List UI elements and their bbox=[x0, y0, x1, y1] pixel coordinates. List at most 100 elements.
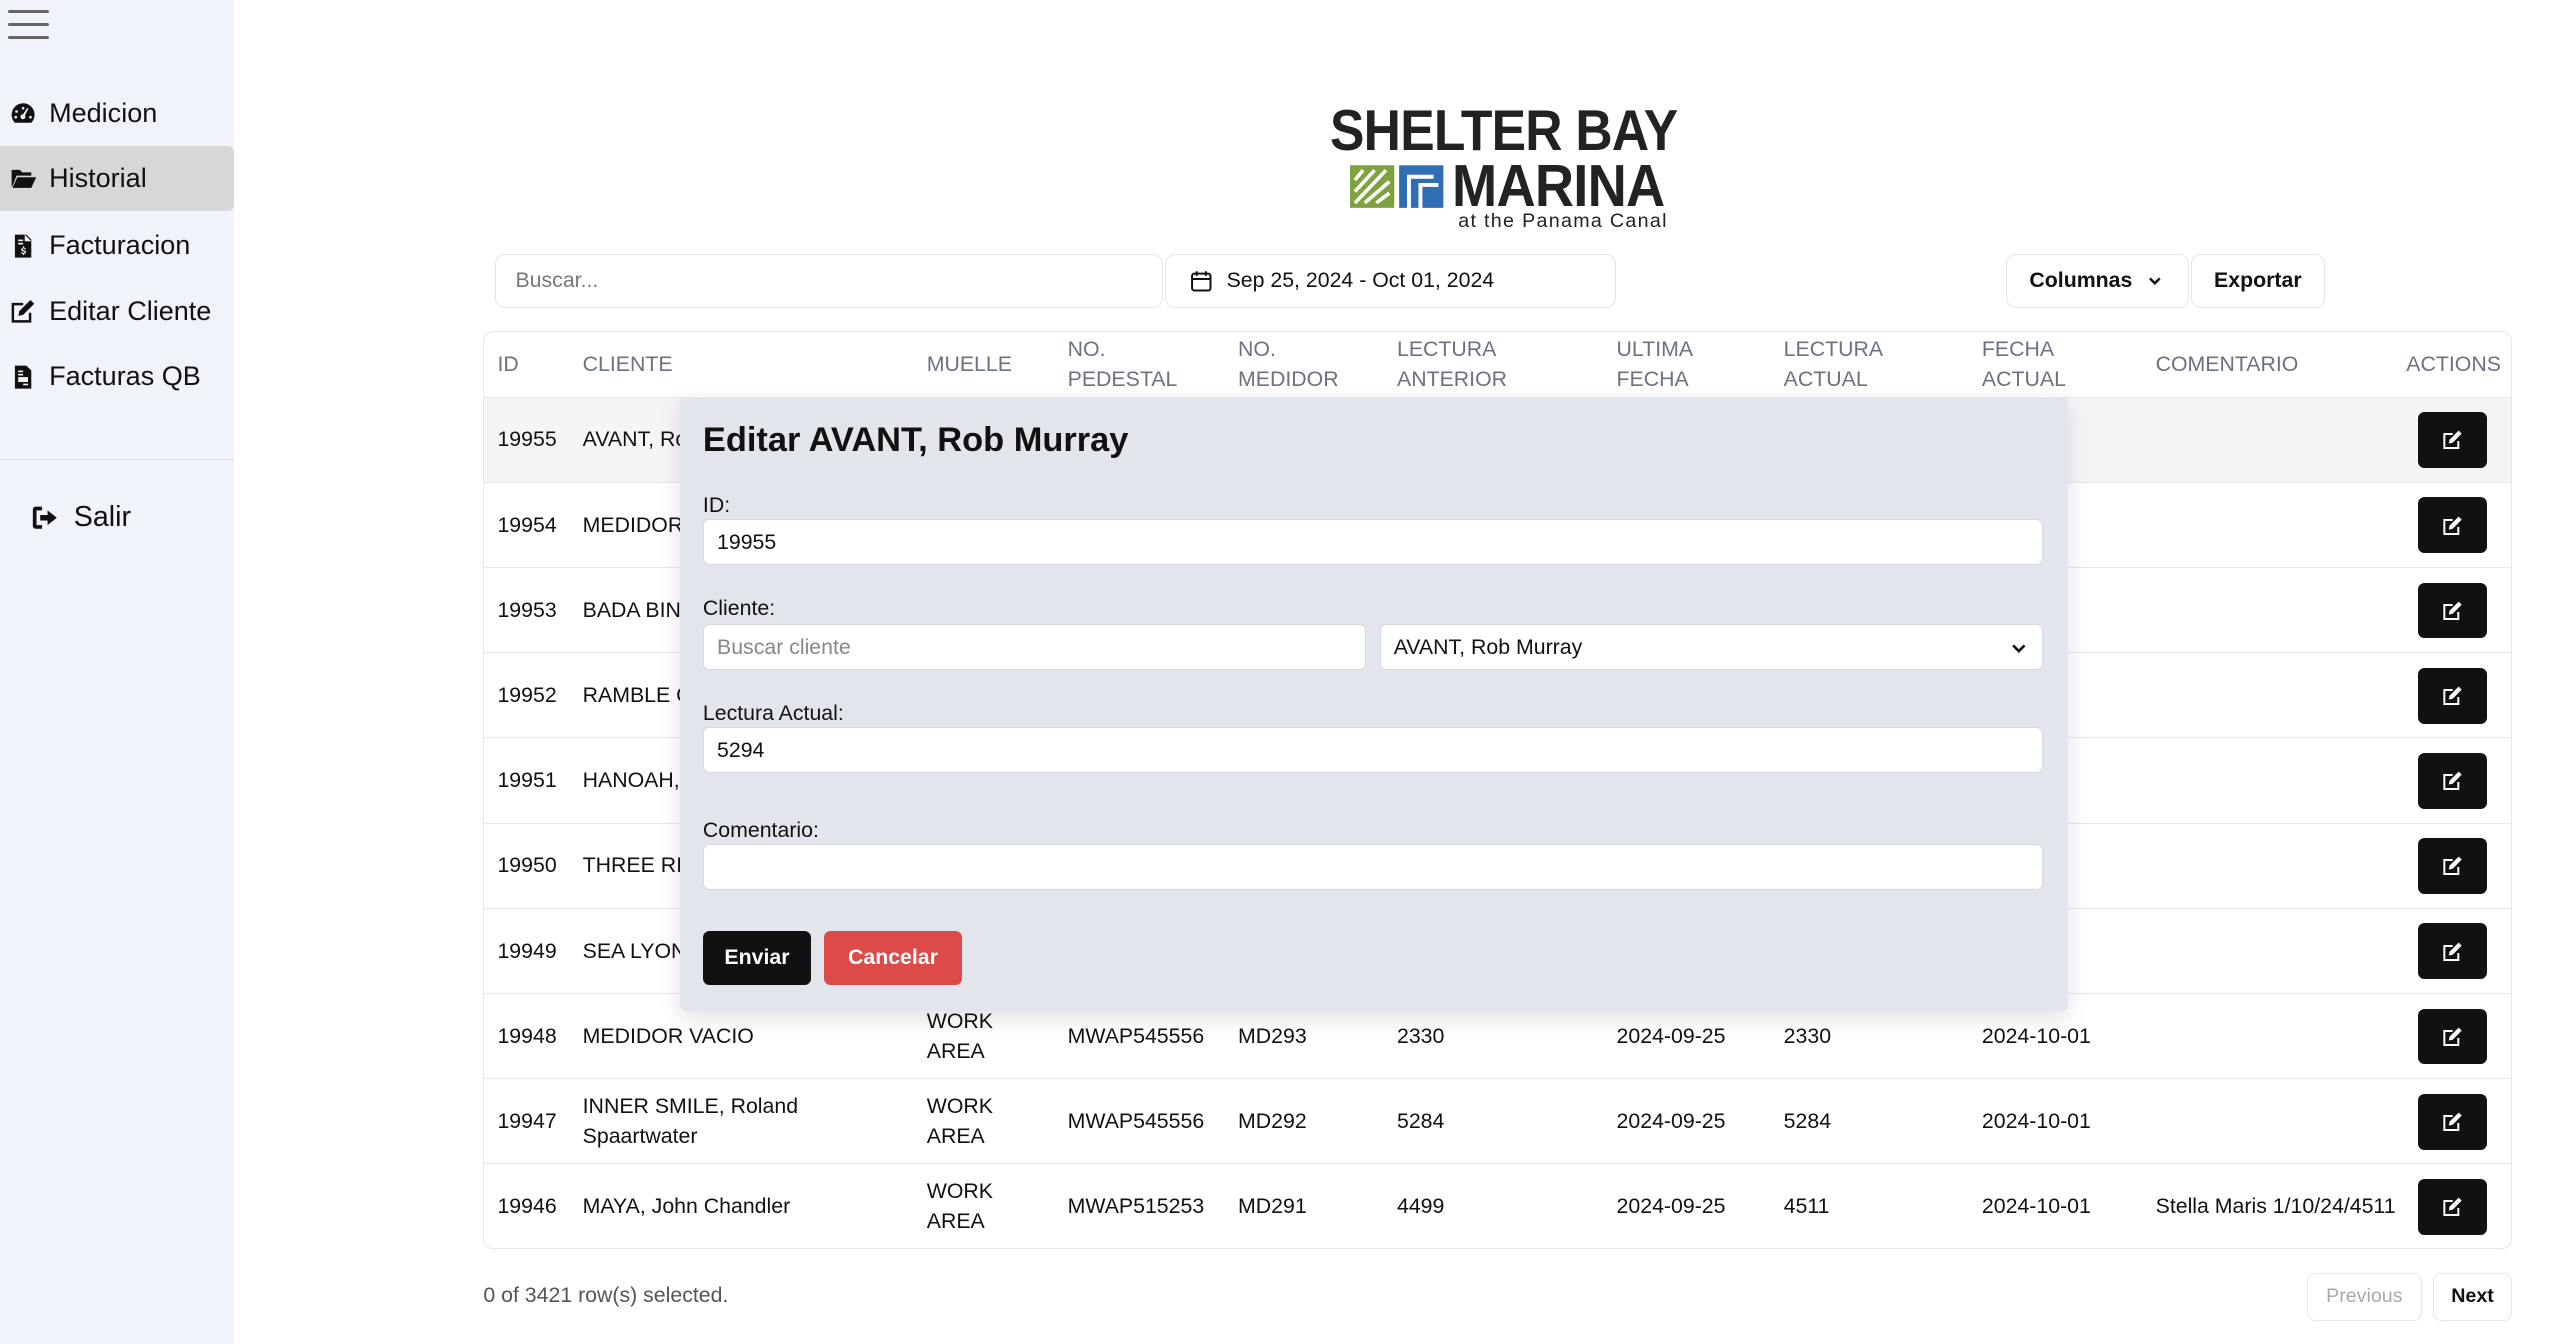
logo-line1: SHELTER BAY bbox=[1330, 98, 1678, 163]
cell-cliente: MAYA, John Chandler bbox=[582, 1194, 791, 1219]
header-cliente[interactable]: CLIENTE bbox=[583, 332, 780, 398]
edit-icon bbox=[2442, 431, 2462, 450]
cliente-search-input[interactable]: Buscar cliente bbox=[702, 624, 1367, 671]
cell-id: 19954 bbox=[497, 512, 557, 537]
header-pedestal[interactable]: NO. PEDESTAL bbox=[1068, 332, 1199, 398]
cell-id: 19946 bbox=[497, 1194, 557, 1219]
comentario-field[interactable] bbox=[702, 843, 2044, 890]
table-row[interactable]: 19946 MAYA, John Chandler WORK AREA MWAP515… bbox=[484, 1164, 2510, 1247]
logo-tagline: at the Panama Canal bbox=[1458, 209, 1668, 232]
header-medidor[interactable]: NO. MEDIDOR bbox=[1238, 332, 1353, 398]
edit-row-button[interactable] bbox=[2417, 1008, 2487, 1065]
selection-count: 0 of 3421 row(s) selected. bbox=[483, 1282, 729, 1307]
chevron-down-icon bbox=[2012, 644, 2026, 654]
cell-comentario bbox=[2156, 1079, 2402, 1164]
lectura-label: Lectura Actual: bbox=[702, 701, 844, 726]
cell-id: 19947 bbox=[497, 1108, 557, 1133]
next-page-button[interactable]: Next bbox=[2433, 1273, 2512, 1321]
cell-id: 19953 bbox=[497, 597, 557, 622]
sidebar-item-editar-cliente[interactable]: Editar Cliente bbox=[0, 279, 234, 345]
edit-icon bbox=[2442, 1027, 2462, 1046]
cell-comentario bbox=[2156, 824, 2402, 909]
cell-lect-act: 5284 bbox=[1783, 1108, 1832, 1133]
cell-id: 19948 bbox=[497, 1023, 557, 1048]
sidebar-item-facturacion[interactable]: Facturacion bbox=[0, 213, 234, 279]
edit-icon bbox=[2442, 942, 2462, 961]
sidebar-item-historial[interactable]: Historial bbox=[0, 145, 235, 212]
lectura-actual-field[interactable]: 5294 bbox=[702, 727, 2044, 774]
cancel-button[interactable]: Cancelar bbox=[824, 930, 962, 985]
logout-label: Salir bbox=[73, 501, 132, 534]
cliente-select-value: AVANT, Rob Murray bbox=[1393, 634, 1583, 659]
table-row[interactable]: 19947 INNER SMILE, Roland Spaartwater WORK… bbox=[484, 1079, 2511, 1165]
columns-button[interactable]: Columnas bbox=[2005, 253, 2190, 309]
submit-button[interactable]: Enviar bbox=[702, 930, 812, 985]
cell-comentario bbox=[2156, 738, 2402, 823]
cliente-label: Cliente: bbox=[702, 596, 776, 621]
header-id[interactable]: ID bbox=[497, 332, 563, 398]
cell-fecha-act: 2024-10-01 bbox=[1981, 1108, 2091, 1133]
sidebar-divider bbox=[0, 458, 235, 461]
export-button[interactable]: Exportar bbox=[2190, 253, 2326, 309]
logo-line2: MARINA bbox=[1451, 153, 1665, 219]
date-range-picker[interactable]: Sep 25, 2024 - Oct 01, 2024 bbox=[1164, 253, 1616, 309]
header-fecha-actual[interactable]: FECHA ACTUAL bbox=[1982, 332, 2097, 398]
folder-open-icon bbox=[11, 170, 37, 189]
header-lectura-anterior[interactable]: LECTURA ANTERIOR bbox=[1397, 332, 1536, 398]
cell-cliente: INNER SMILE, Roland Spaartwater bbox=[582, 1094, 799, 1148]
edit-dialog: Editar AVANT, Rob Murray ID: 19955 Clien… bbox=[679, 396, 2068, 1011]
cell-id: 19949 bbox=[497, 938, 557, 963]
edit-icon bbox=[2442, 1112, 2462, 1132]
cell-lect-ant: 5284 bbox=[1396, 1108, 1445, 1133]
edit-row-button[interactable] bbox=[2417, 923, 2487, 980]
cell-id: 19951 bbox=[497, 768, 557, 793]
search-input[interactable] bbox=[494, 253, 1164, 309]
edit-row-button[interactable] bbox=[2417, 497, 2487, 554]
sidebar-item-facturas-qb[interactable]: Facturas QB bbox=[0, 344, 234, 410]
cell-muelle: WORK AREA bbox=[926, 1094, 993, 1148]
chevron-down-icon bbox=[2149, 277, 2162, 286]
logo-mark-icon bbox=[1350, 165, 1444, 209]
edit-row-button[interactable] bbox=[2417, 412, 2487, 468]
edit-icon bbox=[2442, 1197, 2462, 1217]
edit-row-button[interactable] bbox=[2417, 667, 2487, 724]
sidebar: Medicion Historial Facturacion Editar Cl… bbox=[0, 0, 235, 1344]
cell-id: 19950 bbox=[497, 853, 557, 878]
logout-button[interactable]: Salir bbox=[21, 485, 218, 551]
previous-page-button[interactable]: Previous bbox=[2307, 1273, 2422, 1321]
cell-fecha-act: 2024-10-01 bbox=[1981, 1194, 2091, 1219]
header-lectura-actual[interactable]: LECTURA ACTUAL bbox=[1784, 332, 1899, 398]
edit-row-button[interactable] bbox=[2417, 838, 2487, 894]
hamburger-menu-icon[interactable] bbox=[8, 9, 50, 41]
sidebar-item-medicion[interactable]: Medicion bbox=[0, 80, 234, 146]
columns-label: Columnas bbox=[2029, 268, 2133, 293]
table-header: ID CLIENTE MUELLE NO. PEDESTAL NO. MEDID… bbox=[484, 332, 2511, 398]
sign-out-icon bbox=[32, 506, 57, 529]
edit-icon bbox=[2442, 857, 2462, 876]
cell-comentario bbox=[2156, 483, 2402, 568]
cell-ult-fecha: 2024-09-25 bbox=[1616, 1108, 1726, 1133]
header-ultima-fecha[interactable]: ULTIMA FECHA bbox=[1617, 332, 1732, 398]
cell-pedestal: MWAP515253 bbox=[1067, 1194, 1205, 1219]
edit-icon bbox=[2442, 516, 2462, 535]
header-comentario[interactable]: COMENTARIO bbox=[2156, 332, 2320, 398]
file-invoice-dollar-icon bbox=[14, 234, 32, 258]
sidebar-item-label: Editar Cliente bbox=[49, 295, 212, 326]
id-field[interactable]: 19955 bbox=[702, 519, 2044, 566]
edit-row-button[interactable] bbox=[2417, 582, 2487, 639]
cliente-select[interactable]: AVANT, Rob Murray bbox=[1379, 624, 2044, 671]
cell-comentario bbox=[2156, 653, 2402, 738]
edit-row-button[interactable] bbox=[2417, 1179, 2487, 1235]
cell-medidor: MD291 bbox=[1238, 1194, 1307, 1219]
cell-comentario bbox=[2156, 909, 2402, 994]
sidebar-item-label: Historial bbox=[49, 163, 147, 194]
cell-id: 19955 bbox=[497, 427, 557, 452]
edit-row-button[interactable] bbox=[2417, 753, 2487, 809]
edit-icon bbox=[2442, 686, 2462, 706]
edit-row-button[interactable] bbox=[2417, 1093, 2487, 1150]
calendar-icon bbox=[1190, 271, 1212, 292]
header-muelle[interactable]: MUELLE bbox=[927, 332, 1042, 398]
id-label: ID: bbox=[702, 493, 731, 518]
cell-pedestal: MWAP545556 bbox=[1067, 1108, 1205, 1133]
sidebar-item-label: Facturas QB bbox=[49, 361, 201, 392]
